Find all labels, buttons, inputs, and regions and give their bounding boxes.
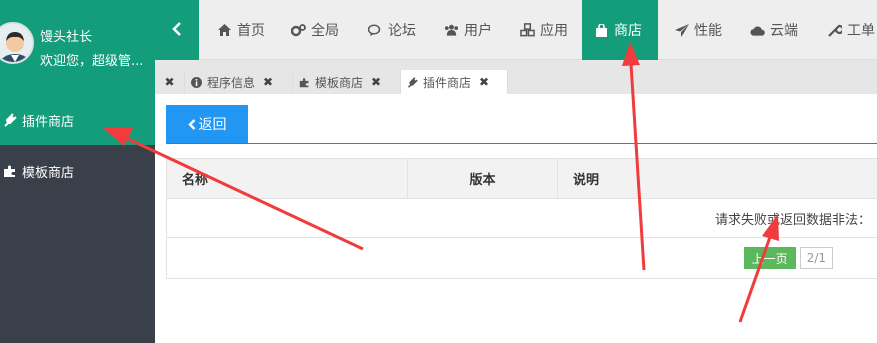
sidebar: 馒头社长 欢迎您，超级管... 插件商店 模板商店	[0, 0, 155, 343]
users-icon	[444, 24, 459, 36]
nav-label: 云端	[770, 23, 798, 39]
home-icon	[217, 24, 232, 36]
nav-label: 工单	[847, 23, 875, 39]
back-button-label: 返回	[198, 117, 227, 133]
error-message-row: 请求失败或返回数据非法：	[167, 199, 877, 238]
close-icon[interactable]: ✖	[164, 75, 174, 89]
column-header-name: 名称	[167, 159, 408, 198]
sidebar-item-label: 插件商店	[22, 114, 75, 130]
nav-performance[interactable]: 性能	[662, 0, 734, 60]
nav-label: 首页	[237, 23, 265, 39]
tab-label: 插件商店	[423, 75, 472, 90]
avatar[interactable]	[0, 22, 34, 64]
column-header-description: 说明	[573, 173, 600, 188]
gears-icon	[291, 23, 306, 37]
puzzle-icon	[2, 163, 18, 179]
sidebar-item-plugin-store[interactable]: 插件商店	[0, 95, 155, 145]
top-navigation: 首页 全局 论坛 用户 应用 商店 性能 云端 工单	[155, 0, 877, 60]
error-message: 请求失败或返回数据非法：	[714, 212, 871, 228]
nav-label: 用户	[464, 23, 492, 39]
shopping-bag-icon	[594, 23, 609, 37]
tab-label: 模板商店	[315, 75, 364, 90]
nav-label: 性能	[694, 23, 722, 39]
nav-label: 商店	[614, 23, 642, 39]
tab-bar: ✖ 程序信息 ✖ 模板商店 ✖ 插件商店 ✖	[155, 60, 877, 94]
sidebar-item-template-store[interactable]: 模板商店	[0, 145, 155, 197]
comments-icon	[368, 23, 383, 37]
puzzle-icon	[299, 77, 310, 88]
plug-icon	[407, 76, 418, 88]
user-name: 馒头社长	[40, 30, 93, 45]
tab-program-info[interactable]: 程序信息 ✖	[185, 70, 293, 94]
pagination: 上一页 2/1	[167, 238, 877, 278]
chevron-left-icon	[172, 20, 182, 41]
back-button[interactable]: 返回	[166, 105, 248, 143]
close-icon[interactable]: ✖	[371, 75, 381, 89]
main-content: 返回 名称 版本 说明 请求失败或返回数据非法： 上一页 2/1	[155, 94, 877, 343]
table-header: 名称 版本 说明	[167, 159, 877, 199]
paper-plane-icon	[674, 23, 689, 37]
plug-icon	[2, 112, 18, 128]
sidebar-item-label: 模板商店	[22, 165, 75, 181]
tab-label: 程序信息	[207, 75, 256, 90]
nav-forum[interactable]: 论坛	[356, 0, 428, 60]
nav-global[interactable]: 全局	[279, 0, 351, 60]
close-icon[interactable]: ✖	[479, 75, 489, 89]
wrench-icon	[827, 23, 842, 37]
plugin-table: 名称 版本 说明 请求失败或返回数据非法： 上一页 2/1	[166, 158, 877, 279]
prev-page-button[interactable]: 上一页	[743, 247, 796, 269]
nav-home[interactable]: 首页	[205, 0, 277, 60]
page-indicator: 2/1	[799, 247, 833, 269]
nav-cloud[interactable]: 云端	[738, 0, 810, 60]
tab-template-store[interactable]: 模板商店 ✖	[293, 70, 401, 94]
close-icon[interactable]: ✖	[263, 75, 273, 89]
collapse-sidebar-button[interactable]	[155, 0, 199, 60]
tab-plugin-store[interactable]: 插件商店 ✖	[401, 70, 508, 94]
nav-users[interactable]: 用户	[432, 0, 504, 60]
nav-apps[interactable]: 应用	[508, 0, 580, 60]
tab-close-all[interactable]: ✖	[155, 70, 185, 94]
column-header-version: 版本	[408, 159, 558, 198]
nav-label: 论坛	[388, 23, 416, 39]
nav-tickets[interactable]: 工单	[815, 0, 877, 60]
chevron-left-icon	[187, 118, 196, 130]
cloud-icon	[750, 25, 765, 36]
nav-label: 应用	[540, 23, 568, 39]
cubes-icon	[520, 23, 535, 37]
nav-store[interactable]: 商店	[582, 0, 658, 60]
user-welcome[interactable]: 欢迎您，超级管...	[40, 50, 143, 69]
nav-label: 全局	[311, 23, 339, 39]
sidebar-header: 馒头社长 欢迎您，超级管...	[0, 0, 155, 95]
divider	[166, 143, 877, 144]
info-circle-icon	[191, 76, 202, 88]
